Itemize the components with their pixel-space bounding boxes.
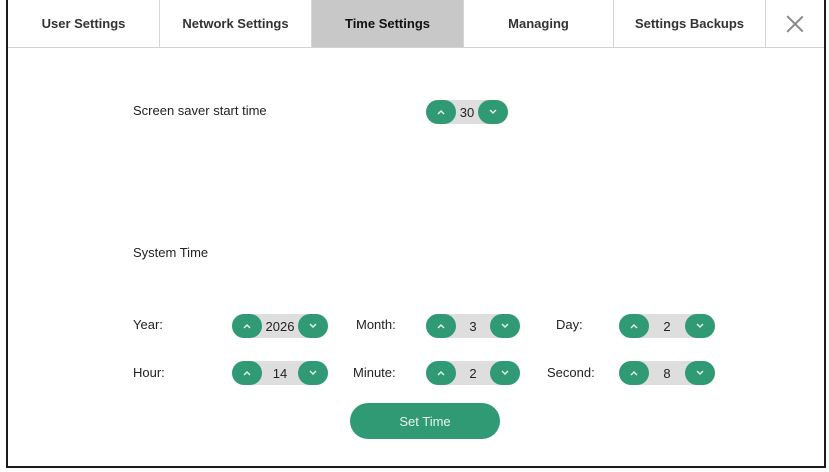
hour-stepper: 14 bbox=[232, 361, 328, 385]
minute-up-button[interactable] bbox=[426, 361, 456, 385]
chevron-down-icon bbox=[309, 370, 317, 375]
second-up-button[interactable] bbox=[619, 361, 649, 385]
screen-saver-down-button[interactable] bbox=[478, 100, 508, 124]
minute-value: 2 bbox=[469, 365, 477, 381]
chevron-down-icon bbox=[501, 323, 509, 328]
year-up-button[interactable] bbox=[232, 314, 262, 338]
chevron-up-icon bbox=[437, 371, 445, 376]
month-stepper: 3 bbox=[426, 314, 520, 338]
second-stepper: 8 bbox=[619, 361, 715, 385]
day-down-button[interactable] bbox=[685, 314, 715, 338]
chevron-down-icon bbox=[501, 370, 509, 375]
tab-managing[interactable]: Managing bbox=[464, 0, 614, 47]
second-value: 8 bbox=[663, 365, 671, 381]
screen-saver-value: 30 bbox=[459, 104, 475, 120]
chevron-down-icon bbox=[309, 323, 317, 328]
hour-label: Hour: bbox=[133, 365, 165, 380]
hour-up-button[interactable] bbox=[232, 361, 262, 385]
chevron-down-icon bbox=[696, 323, 704, 328]
chevron-up-icon bbox=[437, 324, 445, 329]
screen-saver-stepper: 30 bbox=[426, 100, 508, 124]
screen-saver-label: Screen saver start time bbox=[133, 103, 267, 118]
chevron-up-icon bbox=[243, 324, 251, 329]
tab-bar: User Settings Network Settings Time Sett… bbox=[8, 0, 824, 48]
minute-label: Minute: bbox=[353, 365, 396, 380]
month-label: Month: bbox=[356, 317, 396, 332]
hour-down-button[interactable] bbox=[298, 361, 328, 385]
month-value: 3 bbox=[469, 318, 477, 334]
chevron-up-icon bbox=[243, 371, 251, 376]
month-down-button[interactable] bbox=[490, 314, 520, 338]
minute-stepper: 2 bbox=[426, 361, 520, 385]
set-time-button[interactable]: Set Time bbox=[350, 403, 500, 439]
tab-settings-backups[interactable]: Settings Backups bbox=[614, 0, 766, 47]
hour-value: 14 bbox=[272, 365, 288, 381]
second-down-button[interactable] bbox=[685, 361, 715, 385]
tab-user-settings[interactable]: User Settings bbox=[8, 0, 160, 47]
year-value: 2026 bbox=[265, 318, 295, 334]
chevron-up-icon bbox=[630, 371, 638, 376]
day-value: 2 bbox=[663, 318, 671, 334]
close-button[interactable] bbox=[766, 0, 824, 47]
year-stepper: 2026 bbox=[232, 314, 328, 338]
close-icon bbox=[786, 15, 804, 33]
system-time-heading: System Time bbox=[133, 245, 209, 260]
tab-time-settings[interactable]: Time Settings bbox=[312, 0, 464, 47]
tab-network-settings[interactable]: Network Settings bbox=[160, 0, 312, 47]
year-label: Year: bbox=[133, 317, 163, 332]
settings-window: User Settings Network Settings Time Sett… bbox=[6, 0, 826, 468]
minute-down-button[interactable] bbox=[490, 361, 520, 385]
day-up-button[interactable] bbox=[619, 314, 649, 338]
screen-saver-up-button[interactable] bbox=[426, 100, 456, 124]
year-down-button[interactable] bbox=[298, 314, 328, 338]
day-label: Day: bbox=[556, 317, 583, 332]
chevron-down-icon bbox=[489, 109, 497, 114]
chevron-up-icon bbox=[437, 110, 445, 115]
chevron-down-icon bbox=[696, 370, 704, 375]
second-label: Second: bbox=[547, 365, 595, 380]
day-stepper: 2 bbox=[619, 314, 715, 338]
month-up-button[interactable] bbox=[426, 314, 456, 338]
chevron-up-icon bbox=[630, 324, 638, 329]
